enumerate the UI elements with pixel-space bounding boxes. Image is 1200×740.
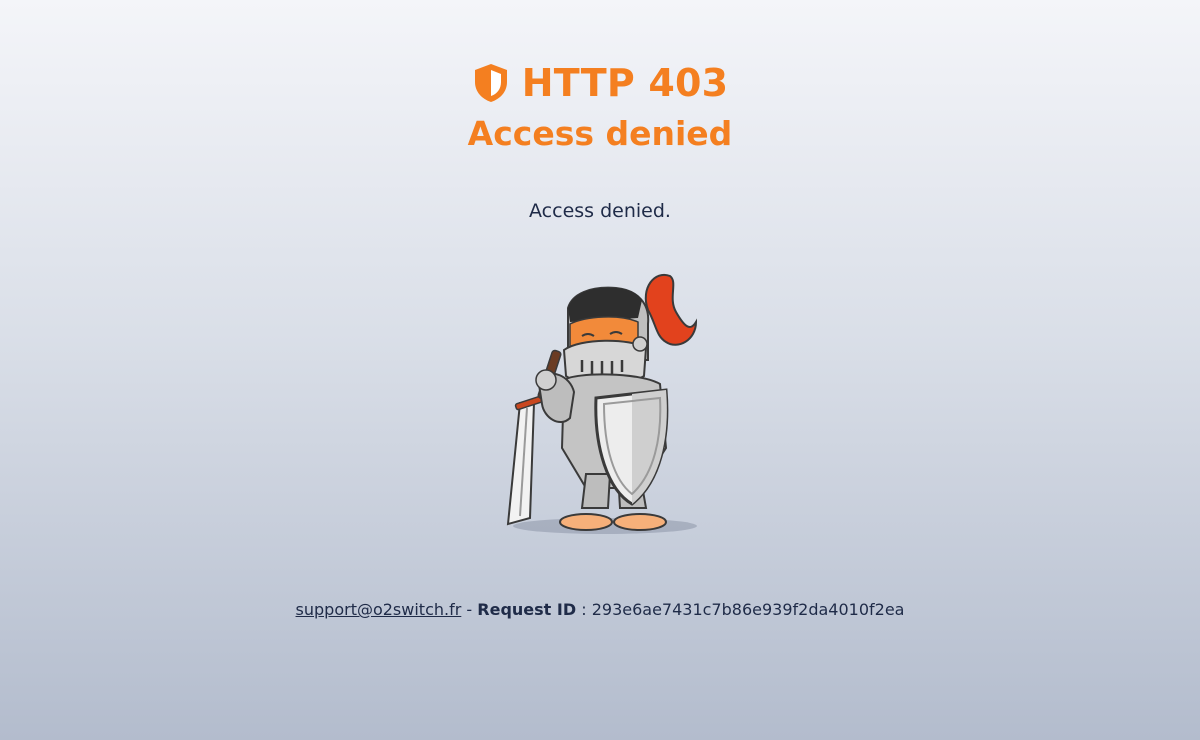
error-message: Access denied. — [529, 200, 671, 222]
error-header: HTTP 403 Access denied — [0, 58, 1200, 153]
knight-cat-mascot — [506, 273, 698, 534]
request-id-value: 293e6ae7431c7b86e939f2da4010f2ea — [591, 600, 905, 619]
page-title: Access denied — [467, 114, 733, 153]
title-line: HTTP 403 — [0, 58, 1200, 108]
http-status-code: HTTP 403 — [521, 61, 729, 105]
request-id-label: Request ID — [477, 600, 577, 619]
shield-icon — [474, 64, 507, 102]
separator: - — [466, 600, 473, 619]
footer: support@o2switch.fr - Request ID : 293e6… — [0, 600, 1200, 619]
colon: : — [581, 600, 587, 619]
support-email-link[interactable]: support@o2switch.fr — [296, 600, 462, 619]
